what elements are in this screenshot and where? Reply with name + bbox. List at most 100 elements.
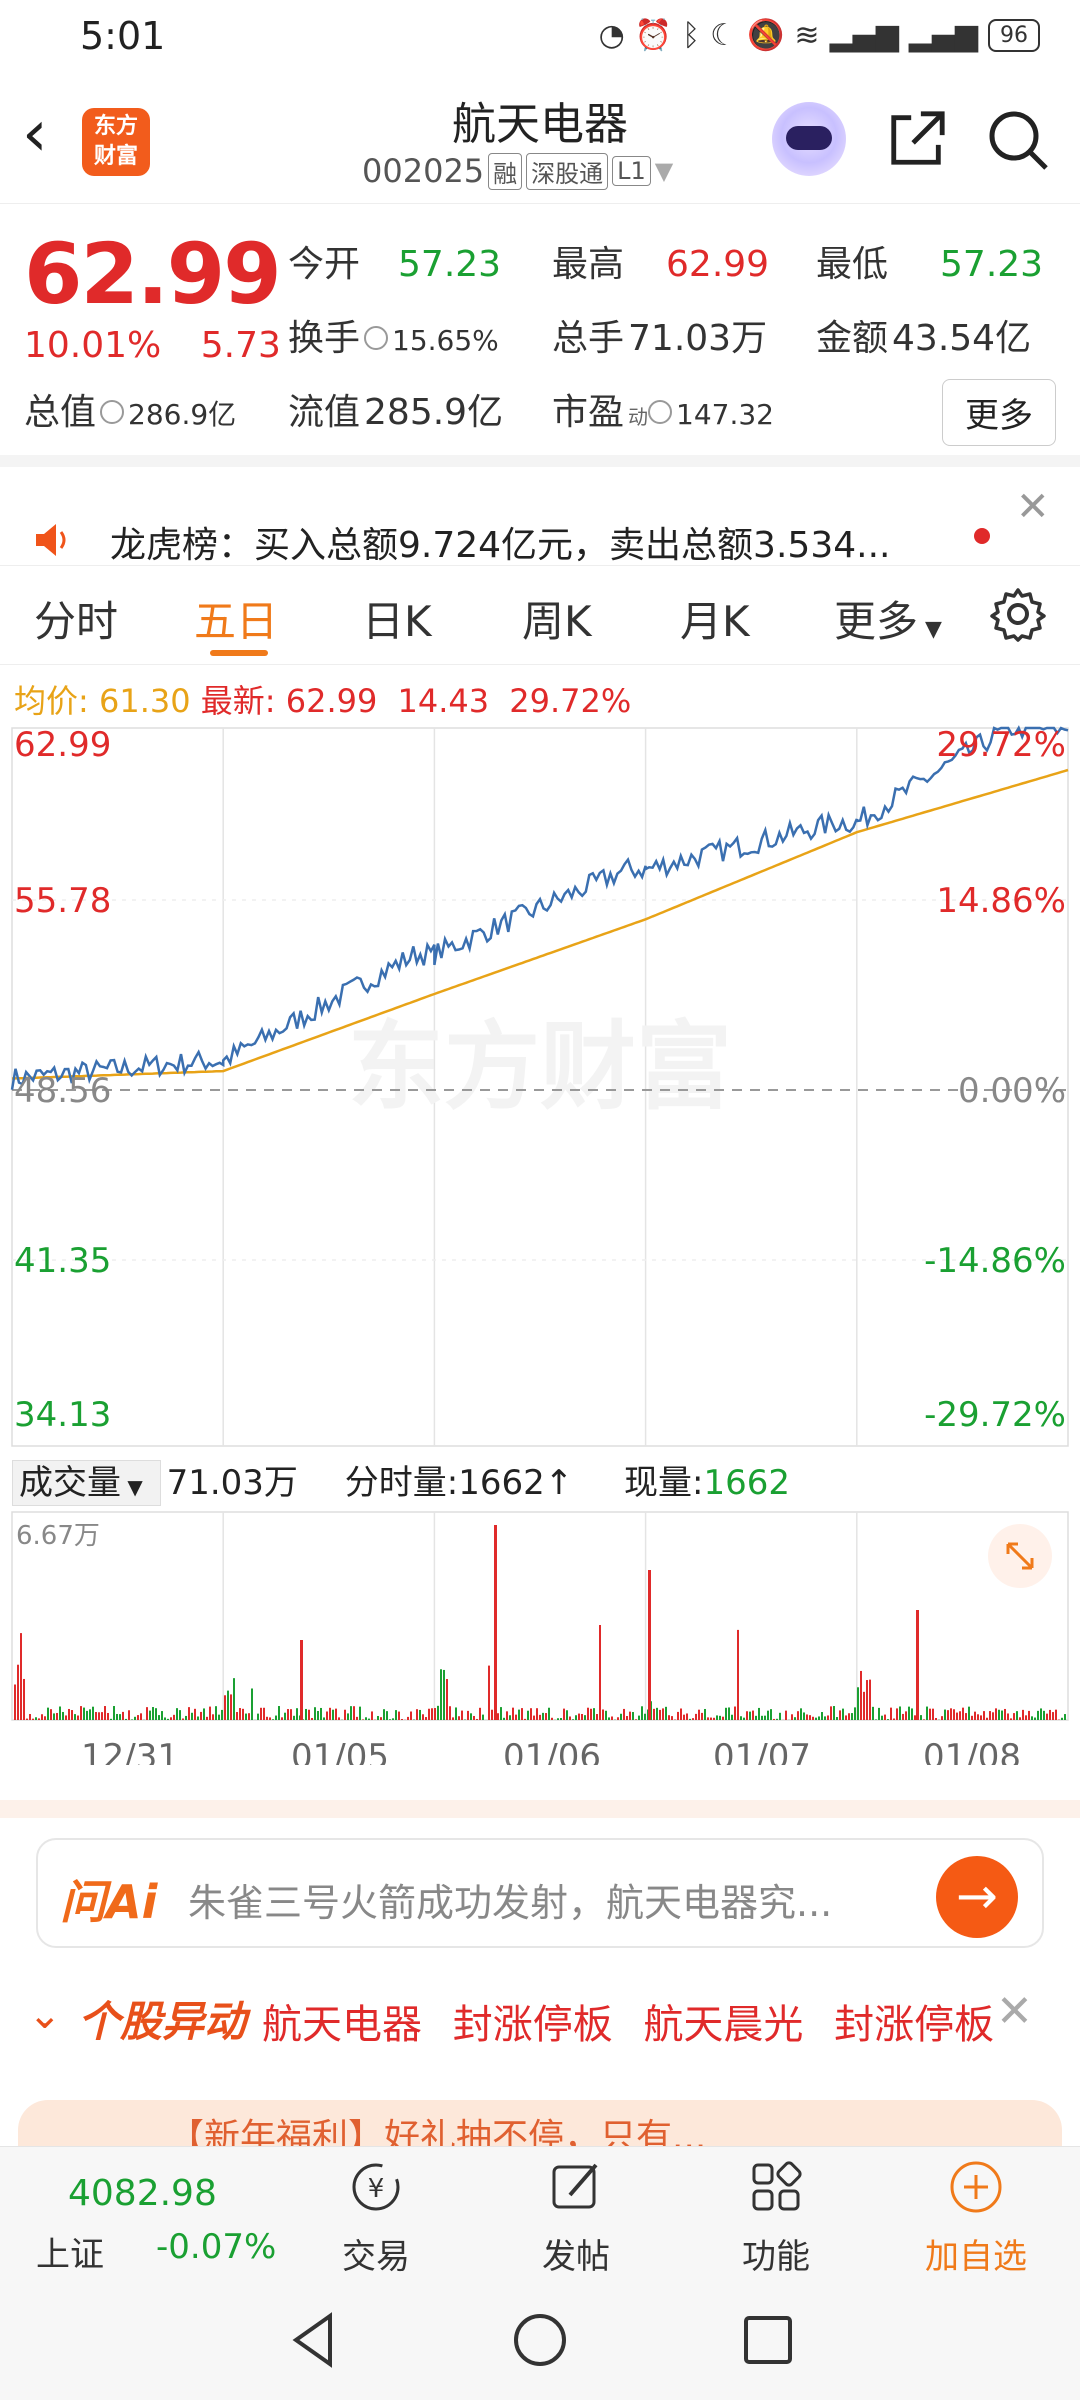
volume-bar [188, 1707, 190, 1720]
arrow-right-icon[interactable]: → [936, 1856, 1018, 1938]
volume-bar [653, 1708, 655, 1720]
volume-bar [548, 1707, 550, 1720]
dragon-tiger-notice[interactable]: 龙虎榜：买入总额9.724亿元，卖出总额3.534... ✕ [0, 470, 1080, 566]
volume-bar [785, 1710, 787, 1720]
y-left-label: 48.56 [14, 1071, 111, 1111]
tab-more[interactable]: 更多 ▼ [834, 588, 942, 649]
volume-bar [776, 1718, 778, 1720]
nav-add-watchlist[interactable]: 加自选 [896, 2157, 1056, 2278]
volume-bar [725, 1707, 727, 1720]
volume-bar [713, 1717, 715, 1720]
volume-bar [344, 1709, 346, 1720]
signal-icon-2: ▂▄▆ [908, 18, 978, 53]
volume-bar [914, 1715, 916, 1720]
volume-bar [179, 1710, 181, 1720]
chevron-down-icon[interactable]: ⌄ [28, 1992, 62, 2038]
volume-bar [155, 1708, 157, 1720]
volume-selector[interactable]: 成交量 ▼ [12, 1460, 161, 1506]
volume-bar [767, 1710, 769, 1720]
volume-bar [41, 1714, 43, 1720]
promo-banner[interactable]: 【新年福利】好礼抽不停，只有... [18, 2100, 1062, 2146]
volume-panel-frame [11, 1511, 1069, 1721]
volume-bar [668, 1715, 670, 1720]
alert-items: 航天电器 封涨停板 航天晨光 封涨停板 [262, 2002, 995, 2048]
latest-price: 62.99 [285, 682, 378, 720]
volume-bar [197, 1716, 199, 1720]
volume-bar [902, 1713, 904, 1720]
info-icon[interactable] [364, 326, 389, 350]
close-icon[interactable]: ✕ [1016, 484, 1050, 530]
close-icon[interactable]: ✕ [996, 1986, 1033, 2037]
tab-weekly-k[interactable]: 周K [522, 588, 592, 649]
volume-bar [1022, 1709, 1024, 1720]
dropdown-triangle-icon: ▼ [654, 157, 674, 185]
stock-code-row[interactable]: 002025 融 深股通 L1 ▼ [362, 152, 673, 190]
nav-functions[interactable]: 功能 [696, 2157, 856, 2278]
volume-info-row: 成交量 ▼ 71.03万 分时量:1662↑ 现量:1662 [12, 1455, 790, 1506]
speaker-icon [36, 524, 66, 556]
volume-bar [890, 1707, 892, 1720]
moon-icon: ☾ [710, 18, 738, 53]
system-nav-bar [0, 2282, 1080, 2400]
volume-bar [221, 1709, 223, 1720]
gear-icon[interactable] [990, 586, 1046, 642]
market-cap-stat[interactable]: 总值 286.9亿 [24, 383, 236, 435]
volume-bar [800, 1708, 802, 1720]
volume-bar [740, 1716, 742, 1720]
five-day-chart[interactable]: 东方财富 62.99 55.78 48.56 41.35 34.13 29.72… [0, 720, 1080, 1765]
volume-bar [449, 1706, 451, 1720]
tab-daily-k[interactable]: 日K [362, 588, 432, 649]
volume-bar [545, 1713, 547, 1720]
pe-stat[interactable]: 市盈 动 147.32 [552, 383, 774, 435]
info-icon[interactable] [100, 400, 125, 424]
battery-icon: 96 [988, 19, 1040, 52]
y-right-label: 0.00% [958, 1071, 1066, 1111]
volume-bar [110, 1718, 112, 1720]
volume-bar [512, 1707, 514, 1720]
y-right-label: 29.72% [936, 725, 1066, 765]
share-icon[interactable] [886, 108, 948, 170]
tab-monthly-k[interactable]: 月K [680, 588, 750, 649]
tab-intraday[interactable]: 分时 [34, 588, 118, 649]
stock-alert-bar[interactable]: ⌄ 个股异动 航天电器 封涨停板 航天晨光 封涨停板 ✕ [0, 1980, 1080, 2060]
ai-robot-icon[interactable] [772, 102, 846, 176]
volume-bar [23, 1678, 25, 1720]
recents-nav-icon[interactable] [744, 2316, 792, 2364]
volume-bar [1061, 1717, 1063, 1720]
volume-bar [227, 1690, 229, 1720]
volume-bar [563, 1708, 565, 1720]
ask-ai-input[interactable]: 朱雀三号火箭成功发射，航天电器究... [188, 1872, 832, 1927]
nav-post[interactable]: 发帖 [496, 2157, 656, 2278]
volume-bar [479, 1707, 481, 1720]
volume-bar [755, 1715, 757, 1720]
volume-bar [752, 1710, 754, 1720]
nav-trade[interactable]: ¥ 交易 [296, 2157, 456, 2278]
connect-tag: 深股通 [526, 152, 609, 190]
volume-bar [812, 1716, 814, 1720]
low-stat: 最低 57.23 [816, 244, 1044, 285]
volume-bar [137, 1715, 139, 1720]
home-nav-icon[interactable] [514, 2314, 566, 2366]
ask-ai-box[interactable]: 问Ai 朱雀三号火箭成功发射，航天电器究... → [36, 1838, 1044, 1948]
tab-five-day[interactable]: 五日 [194, 588, 278, 649]
volume-bar [806, 1714, 808, 1720]
turnover-stat[interactable]: 换手 15.65% [288, 309, 499, 361]
back-nav-icon[interactable] [292, 2312, 332, 2368]
info-icon[interactable] [648, 400, 673, 424]
volume-bar [104, 1706, 106, 1720]
volume-bar [908, 1706, 910, 1720]
volume-bar [224, 1695, 226, 1720]
volume-bar [1004, 1708, 1006, 1720]
volume-bar [425, 1717, 427, 1720]
volume-bar [1028, 1710, 1030, 1720]
volume-bar [845, 1715, 847, 1720]
volume-bar [692, 1718, 694, 1720]
volume-bar [881, 1715, 883, 1720]
bluetooth-icon: ᛒ [682, 18, 701, 53]
volume-bar [86, 1710, 88, 1720]
search-icon[interactable] [986, 108, 1050, 172]
date-label: 12/31 [81, 1737, 179, 1765]
more-button[interactable]: 更多 [942, 379, 1056, 446]
volume-bar [659, 1709, 661, 1720]
volume-bar [986, 1717, 988, 1720]
